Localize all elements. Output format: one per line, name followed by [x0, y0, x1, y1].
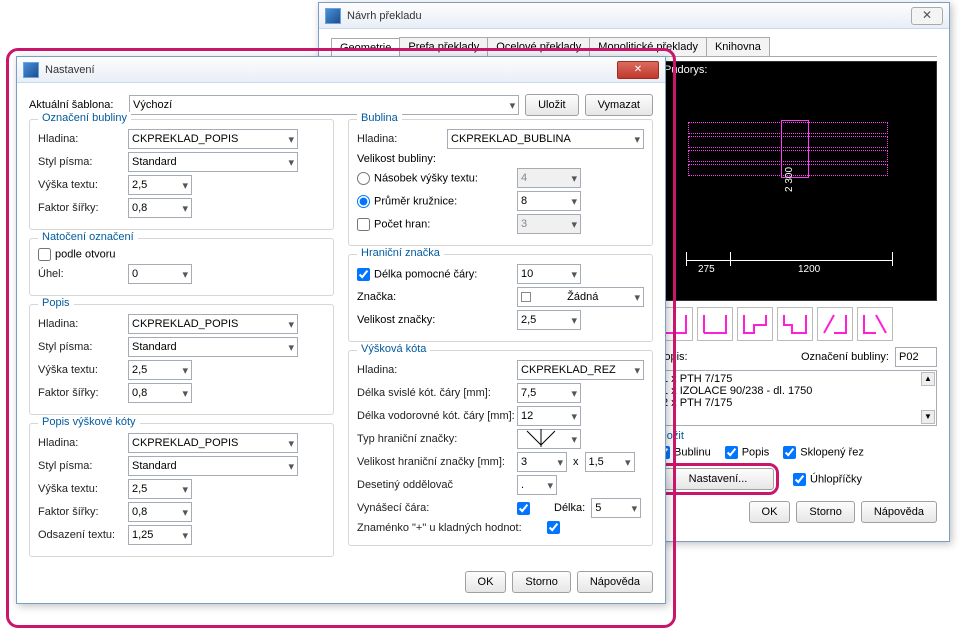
popis-styl[interactable]: Standard: [128, 337, 298, 357]
group-vk: Výšková kóta Hladina:CKPREKLAD_REZ Délka…: [348, 350, 653, 546]
preview-canvas: Půdorys: 2 300 275 1200: [657, 61, 937, 301]
settings-dialog: Nastavení ✕ Aktuální šablona: Výchozí Ul…: [16, 56, 666, 604]
vk-dsv[interactable]: 7,5: [517, 383, 581, 403]
chk-uhlo[interactable]: Úhlopříčky: [793, 473, 862, 486]
dlg-napoveda-button[interactable]: Nápověda: [577, 571, 653, 593]
hz-delka[interactable]: 10: [517, 264, 581, 284]
template-label: Aktuální šablona:: [29, 99, 129, 111]
chk-rez[interactable]: Sklopený řez: [783, 446, 864, 459]
nastaveni-button[interactable]: Nastavení...: [662, 468, 774, 490]
shape-6[interactable]: [857, 307, 893, 341]
list-item: 1 x PTH 7/175: [662, 373, 932, 385]
app-icon: [325, 8, 341, 24]
vk-dvod[interactable]: 12: [517, 406, 581, 426]
close-icon[interactable]: ✕: [911, 7, 943, 25]
scroll-up-icon[interactable]: ▲: [921, 372, 935, 386]
shape-5[interactable]: [817, 307, 853, 341]
ozn-value[interactable]: [895, 347, 937, 367]
shape-3[interactable]: [737, 307, 773, 341]
vk-vhz-a[interactable]: 3: [517, 452, 567, 472]
bub-hran: 3: [517, 214, 581, 234]
tab-ocelove[interactable]: Ocelové překlady: [487, 37, 590, 56]
group-oznaceni: Označení bubliny Hladina:CKPREKLAD_POPIS…: [29, 119, 334, 230]
template-combo[interactable]: Výchozí: [129, 95, 519, 115]
pvk-odsaz[interactable]: 1,25: [128, 525, 192, 545]
dim-left: 275: [698, 264, 715, 275]
ozn-hladina[interactable]: CKPREKLAD_POPIS: [128, 129, 298, 149]
chk-podle[interactable]: podle otvoru: [38, 248, 116, 261]
close-icon[interactable]: ✕: [617, 61, 659, 79]
arrow-down-icon: [521, 429, 567, 449]
bub-hladina[interactable]: CKPREKLAD_BUBLINA: [447, 129, 644, 149]
chk-vyn[interactable]: [517, 502, 530, 515]
ulozit-button[interactable]: Uložit: [525, 94, 579, 116]
vk-hladina[interactable]: CKPREKLAD_REZ: [517, 360, 644, 380]
chk-delka-pom[interactable]: Délka pomocné čáry:: [357, 268, 517, 281]
ozn-vyska[interactable]: 2,5: [128, 175, 192, 195]
popis-list[interactable]: 1 x PTH 7/175 1 x IZOLACE 90/238 - dl. 1…: [657, 370, 937, 426]
pvk-styl[interactable]: Standard: [128, 456, 298, 476]
dlg-ok-button[interactable]: OK: [465, 571, 507, 593]
tab-knihovna[interactable]: Knihovna: [706, 37, 770, 56]
list-item: 1 x IZOLACE 90/238 - dl. 1750: [662, 385, 932, 397]
vk-vyn-delka[interactable]: 5: [591, 498, 641, 518]
hz-znacka[interactable]: Žádná: [517, 287, 644, 307]
scroll-down-icon[interactable]: ▼: [921, 410, 935, 424]
app-icon: [23, 62, 39, 78]
tab-geometrie[interactable]: Geometrie: [331, 38, 400, 57]
group-hz: Hraniční značka Délka pomocné čáry:10 Zn…: [348, 254, 653, 342]
group-bublina: Bublina Hladina:CKPREKLAD_BUBLINA Veliko…: [348, 119, 653, 246]
vk-dodd[interactable]: .: [517, 475, 557, 495]
list-item: 2 x PTH 7/175: [662, 397, 932, 409]
uhel-combo[interactable]: 0: [128, 264, 192, 284]
hz-velz[interactable]: 2,5: [517, 310, 581, 330]
parent-napoveda-button[interactable]: Nápověda: [861, 501, 937, 523]
parent-title: Návrh překladu: [347, 10, 911, 22]
ozn-styl[interactable]: Standard: [128, 152, 298, 172]
shape-2[interactable]: [697, 307, 733, 341]
group-natoceni: Natočení označení podle otvoru Úhel:0: [29, 238, 334, 296]
shape-row: [657, 307, 937, 341]
highlight-nastaveni: Nastavení...: [657, 463, 779, 495]
dlg-body: Aktuální šablona: Výchozí Uložit Vymazat…: [17, 83, 665, 603]
bub-prumer[interactable]: 8: [517, 191, 581, 211]
vk-thz[interactable]: [517, 429, 581, 449]
parent-ok-button[interactable]: OK: [749, 501, 791, 523]
group-pvk: Popis výškové kóty Hladina:CKPREKLAD_POP…: [29, 423, 334, 557]
parent-titlebar: Návrh překladu ✕: [319, 3, 949, 29]
chk-hran[interactable]: Počet hran:: [357, 218, 517, 231]
parent-storno-button[interactable]: Storno: [796, 501, 854, 523]
ozn-label: Označení bubliny:: [801, 351, 889, 363]
pvk-faktor[interactable]: 0,8: [128, 502, 192, 522]
shape-4[interactable]: [777, 307, 813, 341]
tab-prefa[interactable]: Prefa překlady: [399, 37, 488, 56]
popis-hladina[interactable]: CKPREKLAD_POPIS: [128, 314, 298, 334]
dlg-titlebar: Nastavení ✕: [17, 57, 665, 83]
dim-height: 2 300: [784, 167, 795, 192]
dlg-title: Nastavení: [45, 64, 617, 76]
r-nasobek[interactable]: Násobek výšky textu:: [357, 172, 517, 185]
preview-label: Půdorys:: [664, 64, 707, 76]
r-prumer[interactable]: Průměr kružnice:: [357, 195, 517, 208]
dim-right: 1200: [798, 264, 820, 275]
pvk-hladina[interactable]: CKPREKLAD_POPIS: [128, 433, 298, 453]
group-popis: Popis Hladina:CKPREKLAD_POPIS Styl písma…: [29, 304, 334, 415]
dlg-storno-button[interactable]: Storno: [512, 571, 570, 593]
tabstrip: Geometrie Prefa překlady Ocelové překlad…: [331, 37, 937, 57]
popis-label: Popis:: [657, 351, 801, 363]
tab-monoliticke[interactable]: Monolitické překlady: [589, 37, 707, 56]
chk-popis[interactable]: Popis: [725, 446, 770, 459]
vlozit-label: Vložit: [657, 430, 937, 442]
ozn-faktor[interactable]: 0,8: [128, 198, 192, 218]
popis-vyska[interactable]: 2,5: [128, 360, 192, 380]
velikost-label: Velikost bubliny:: [357, 153, 644, 165]
chk-plus[interactable]: [547, 521, 560, 534]
vk-vhz-b[interactable]: 1,5: [585, 452, 635, 472]
bub-nasobek: 4: [517, 168, 581, 188]
popis-faktor[interactable]: 0,8: [128, 383, 192, 403]
pvk-vyska[interactable]: 2,5: [128, 479, 192, 499]
vymazat-button[interactable]: Vymazat: [585, 94, 653, 116]
